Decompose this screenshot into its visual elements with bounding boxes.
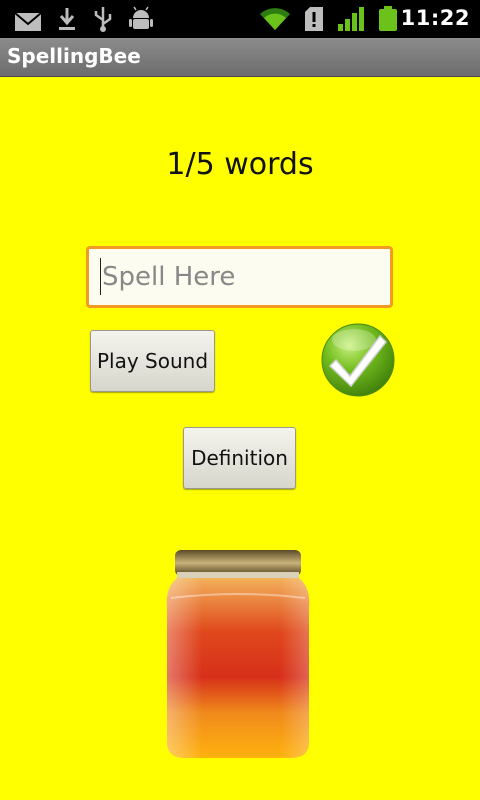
sd-card-icon	[305, 7, 323, 31]
status-clock: 11:22	[400, 6, 470, 30]
app-title-bar: SpellingBee	[0, 38, 480, 77]
android-debug-icon	[129, 6, 153, 29]
battery-icon	[379, 6, 397, 31]
wifi-icon	[260, 8, 290, 31]
download-icon	[59, 8, 75, 30]
play-sound-button[interactable]: Play Sound	[90, 330, 215, 392]
spell-input[interactable]	[86, 246, 393, 308]
status-bar: 11:22	[0, 0, 480, 38]
word-progress: 1/5 words	[166, 147, 314, 182]
honey-jar-image	[166, 550, 310, 758]
gmail-icon	[14, 12, 42, 31]
app-title: SpellingBee	[7, 44, 141, 68]
checkmark-icon[interactable]	[320, 322, 396, 398]
usb-icon	[94, 7, 112, 32]
definition-button[interactable]: Definition	[183, 427, 296, 489]
text-cursor	[100, 258, 101, 295]
signal-icon	[338, 7, 364, 31]
